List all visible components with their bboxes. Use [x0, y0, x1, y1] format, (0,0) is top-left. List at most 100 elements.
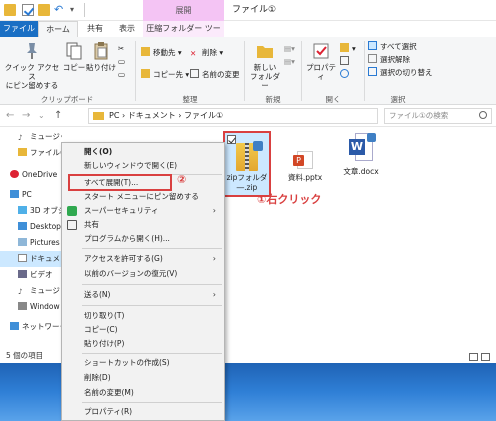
ribbon: クイック アクセス にピン留めする コピー 貼り付け ✂ ▭ ▭ クリップボード…	[0, 37, 496, 105]
menu-item-restore-versions[interactable]: 以前のバージョンの復元(V)	[62, 267, 224, 281]
copy-to-icon	[141, 69, 150, 78]
annotation-right-click: ①右クリック	[257, 193, 322, 206]
divider	[364, 41, 365, 101]
chevron-down-icon[interactable]: ▾	[70, 4, 82, 16]
search-input[interactable]: ファイル①の検索	[384, 108, 492, 124]
divider	[82, 353, 222, 354]
menu-item-properties[interactable]: プロパティ(R)	[62, 405, 224, 419]
menu-item-create-shortcut[interactable]: ショートカットの作成(S)	[62, 356, 224, 370]
file-item-pptx[interactable]: 資料.pptx	[280, 151, 330, 183]
divider	[244, 41, 245, 101]
folder-icon	[4, 4, 16, 16]
history-icon[interactable]	[340, 69, 352, 81]
nav-item-documents[interactable]: ドキュメント	[0, 251, 62, 267]
forward-arrow-icon[interactable]: →	[22, 109, 30, 123]
menu-item-pin-start[interactable]: スタート メニューにピン留めする	[62, 190, 224, 204]
nav-item-file1[interactable]: ファイル①	[0, 145, 62, 161]
select-none-button[interactable]: 選択解除	[368, 54, 410, 66]
recent-chevron-icon[interactable]: ⌄	[38, 109, 45, 123]
paste-shortcut-icon[interactable]: ▭	[118, 69, 125, 81]
large-icons-view-icon[interactable]	[481, 353, 490, 361]
menu-item-super-security[interactable]: スーパーセキュリティ ›	[62, 204, 224, 218]
nav-item-music-pinned[interactable]: ♪ミュージック	[0, 129, 62, 145]
menu-item-open-new-window[interactable]: 新しいウィンドウで開く(E)	[62, 159, 224, 173]
menu-item-delete[interactable]: 削除(D)	[62, 371, 224, 385]
properties-check-icon[interactable]	[22, 4, 34, 16]
documents-icon	[18, 254, 27, 262]
move-to-button[interactable]: 移動先 ▾	[141, 47, 182, 59]
breadcrumb[interactable]: PC › ドキュメント › ファイル①	[109, 111, 223, 120]
copy-to-button[interactable]: コピー先 ▾	[141, 69, 189, 81]
chevron-right-icon: ›	[212, 206, 216, 215]
copy-button[interactable]: コピー	[62, 41, 86, 72]
menu-item-paste[interactable]: 貼り付け(P)	[62, 337, 224, 351]
address-bar: ← → ⌄ ↑ PC › ドキュメント › ファイル① ファイル①の検索	[0, 105, 496, 127]
context-tab-header: 展開	[143, 0, 224, 21]
paste-button[interactable]: 貼り付け	[86, 41, 116, 72]
menu-item-copy[interactable]: コピー(C)	[62, 323, 224, 337]
badge-icon	[253, 141, 263, 151]
divider	[135, 41, 136, 101]
menu-item-open-with[interactable]: プログラムから開く(H)...	[62, 232, 224, 246]
badge-icon	[367, 133, 376, 142]
menu-item-cut[interactable]: 切り取り(T)	[62, 309, 224, 323]
new-folder-icon[interactable]	[38, 4, 50, 16]
delete-button[interactable]: ✕ 削除 ▾	[190, 47, 223, 59]
pin-quick-access-button[interactable]: クイック アクセス にピン留めする	[2, 41, 62, 90]
menu-item-share[interactable]: 共有	[62, 218, 224, 232]
music-icon: ♪	[18, 133, 23, 142]
back-arrow-icon[interactable]: ←	[6, 109, 14, 123]
cube-icon	[18, 206, 27, 214]
select-all-button[interactable]: すべて選択	[368, 41, 417, 53]
pin-icon	[27, 43, 37, 59]
menu-item-give-access[interactable]: アクセスを許可する(G) ›	[62, 252, 224, 266]
nav-item-3d-objects[interactable]: 3D オブジ	[0, 203, 62, 219]
menu-item-send-to[interactable]: 送る(N) ›	[62, 288, 224, 302]
group-label-new: 新規	[265, 95, 281, 104]
group-label-open: 開く	[325, 95, 341, 104]
easy-access-icon[interactable]: ▤▾	[284, 56, 295, 68]
details-view-icon[interactable]	[469, 353, 478, 361]
tab-zip-tools[interactable]: 圧縮フォルダー ツール	[143, 21, 224, 49]
nav-item-windows-drive[interactable]: Window	[0, 299, 62, 315]
tab-share[interactable]: 共有	[80, 21, 110, 37]
tab-file[interactable]: ファイル	[0, 21, 38, 37]
select-all-icon	[368, 41, 377, 50]
nav-item-videos[interactable]: ビデオ	[0, 267, 62, 283]
divider	[82, 284, 222, 285]
menu-item-rename[interactable]: 名前の変更(M)	[62, 386, 224, 400]
invert-selection-button[interactable]: 選択の切り替え	[368, 67, 433, 79]
properties-button[interactable]: プロパティ	[303, 41, 339, 81]
nav-item-onedrive[interactable]: OneDrive	[0, 167, 62, 183]
up-arrow-icon[interactable]: ↑	[54, 109, 62, 123]
nav-item-desktop[interactable]: Desktop	[0, 219, 62, 235]
folder-icon	[18, 148, 27, 156]
music-icon: ♪	[18, 287, 23, 296]
address-field[interactable]: PC › ドキュメント › ファイル①	[88, 108, 378, 124]
title-bar: ↶ ▾ 展開 ファイル①	[0, 0, 496, 21]
copy-path-icon[interactable]: ▭	[118, 56, 125, 68]
checkbox-icon[interactable]	[227, 135, 236, 144]
cut-icon[interactable]: ✂	[118, 43, 124, 55]
new-item-icon[interactable]: ▤▾	[284, 43, 295, 55]
divider	[84, 3, 85, 17]
nav-item-pc[interactable]: PC	[0, 187, 62, 203]
rename-button[interactable]: 名前の変更	[190, 69, 240, 81]
undo-icon[interactable]: ↶	[54, 4, 66, 16]
edit-icon[interactable]	[340, 56, 352, 68]
tab-home[interactable]: ホーム	[38, 21, 78, 37]
nav-item-music[interactable]: ♪ミュージック	[0, 283, 62, 299]
menu-item-open[interactable]: 開く(O)	[62, 145, 224, 159]
nav-item-network[interactable]: ネットワーク	[0, 319, 62, 335]
word-icon: W	[349, 133, 376, 163]
item-count: 5 個の項目	[6, 351, 44, 360]
open-icon[interactable]: ▾	[340, 43, 356, 55]
file-item-zip[interactable]: zipフォルダ ―.zip	[223, 131, 271, 197]
new-folder-button[interactable]: 新しい フォルダー	[248, 41, 282, 90]
delete-icon: ✕	[190, 49, 197, 58]
nav-item-pictures[interactable]: Pictures	[0, 235, 62, 251]
clipboard-icon	[94, 42, 108, 60]
security-icon	[67, 206, 77, 216]
file-item-docx[interactable]: W 文章.docx	[336, 133, 386, 177]
tab-view[interactable]: 表示	[112, 21, 142, 37]
